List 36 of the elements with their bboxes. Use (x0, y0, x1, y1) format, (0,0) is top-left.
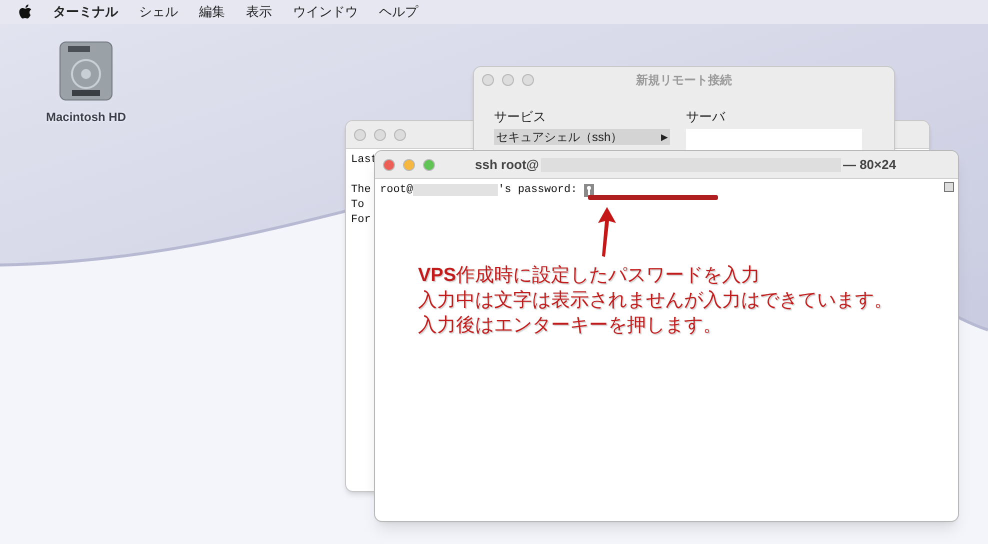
menu-item[interactable]: 編集 (199, 2, 225, 22)
annotation-text: 入力後はエンターキーを押します。 (418, 314, 723, 338)
terminal-line: Last (351, 153, 378, 168)
window-title: 新規リモート接続 (636, 72, 732, 89)
zoom-button[interactable] (394, 128, 406, 140)
scroll-indicator-icon (944, 182, 954, 192)
menu-item[interactable]: シェル (139, 2, 178, 22)
minimize-button[interactable] (374, 128, 386, 140)
window-title: ssh root@ (475, 156, 539, 174)
close-button[interactable] (482, 74, 494, 86)
terminal-line: The (351, 183, 371, 198)
menu-item[interactable]: ウインドウ (293, 2, 358, 22)
close-button[interactable] (383, 158, 395, 170)
column-header: サーバ (686, 109, 726, 125)
zoom-button[interactable] (522, 74, 534, 86)
column-header: サービス (494, 109, 547, 125)
menu-item[interactable]: ヘルプ (379, 2, 418, 22)
terminal-line: To (351, 198, 364, 213)
menu-item[interactable]: 表示 (246, 2, 272, 22)
hard-drive-icon[interactable] (58, 40, 114, 102)
minimize-button[interactable] (403, 158, 415, 170)
drive-label: Macintosh HD (46, 109, 126, 126)
service-list-item[interactable]: セキュアシェル（ssh） ▶ (494, 129, 670, 145)
arrow-icon (597, 207, 617, 257)
key-cursor-icon (584, 184, 594, 197)
menu-app-name[interactable]: ターミナル (53, 2, 118, 22)
window-size: — 80×24 (842, 156, 896, 174)
terminal-prompt: root@ (380, 183, 414, 198)
minimize-button[interactable] (502, 74, 514, 86)
terminal-prompt: 's password: (498, 183, 578, 198)
annotation-text: VPS作成時に設定したパスワードを入力 (418, 264, 762, 288)
terminal-line: For (351, 213, 371, 228)
zoom-button[interactable] (423, 158, 435, 170)
annotation-text: 入力中は文字は表示されませんが入力はできています。 (418, 289, 893, 313)
apple-logo-icon[interactable] (18, 4, 32, 20)
close-button[interactable] (354, 128, 366, 140)
